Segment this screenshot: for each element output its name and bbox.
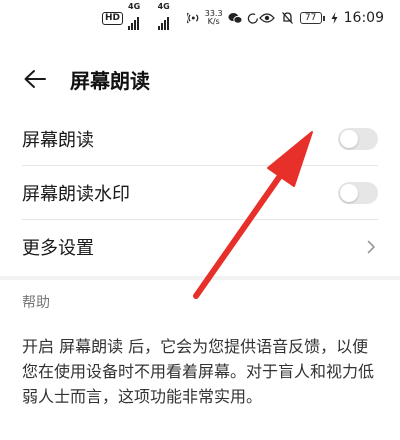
battery-icon: 77 [299,12,325,24]
section-divider [0,276,400,280]
setting-screen-reader-watermark[interactable]: 屏幕朗读水印 [22,166,378,220]
watermark-switch[interactable] [338,181,378,204]
status-time: 16:09 [343,10,384,26]
hd-voice-icon: HD [102,11,124,25]
status-right: 77 16:09 [258,10,384,26]
wechat-icon [227,13,242,24]
setting-screen-reader[interactable]: 屏幕朗读 [22,112,378,166]
eye-comfort-icon [258,13,275,23]
network-type-sim2: 4G [157,2,170,11]
setting-label: 更多设置 [22,238,94,259]
charging-icon [331,12,338,24]
network-type-sim1: 4G [128,2,141,11]
setting-label: 屏幕朗读 [22,129,94,151]
signal-sim1-icon: 4G [128,2,153,34]
hotspot-icon [187,12,199,24]
network-speed: 33.3 K/s [204,9,223,26]
settings-list: 屏幕朗读 屏幕朗读水印 更多设置 [0,112,400,274]
sync-icon [247,12,258,24]
setting-more-settings[interactable]: 更多设置 [22,220,378,274]
switch-knob [340,129,358,148]
status-left: HD 4G 4G 33.3 K/s [102,2,259,34]
battery-level: 77 [299,12,322,24]
help-section-title: 帮助 [22,295,50,311]
switch-knob [340,183,358,202]
title-bar: 屏幕朗读 [0,52,400,106]
screen-reader-switch[interactable] [338,127,378,150]
status-bar: HD 4G 4G 33.3 K/s 77 16:09 [0,0,400,36]
signal-sim2-icon: 4G [157,2,183,34]
help-description: 开启 屏幕朗读 后，它会为您提供语音反馈，以便您在使用设备时不用看着屏幕。对于盲… [22,337,375,406]
mute-bell-icon [281,12,293,24]
page-title: 屏幕朗读 [70,68,150,93]
back-arrow-icon [24,70,46,88]
back-button[interactable] [22,66,48,92]
setting-label: 屏幕朗读水印 [22,183,130,205]
chevron-right-icon [364,240,378,254]
